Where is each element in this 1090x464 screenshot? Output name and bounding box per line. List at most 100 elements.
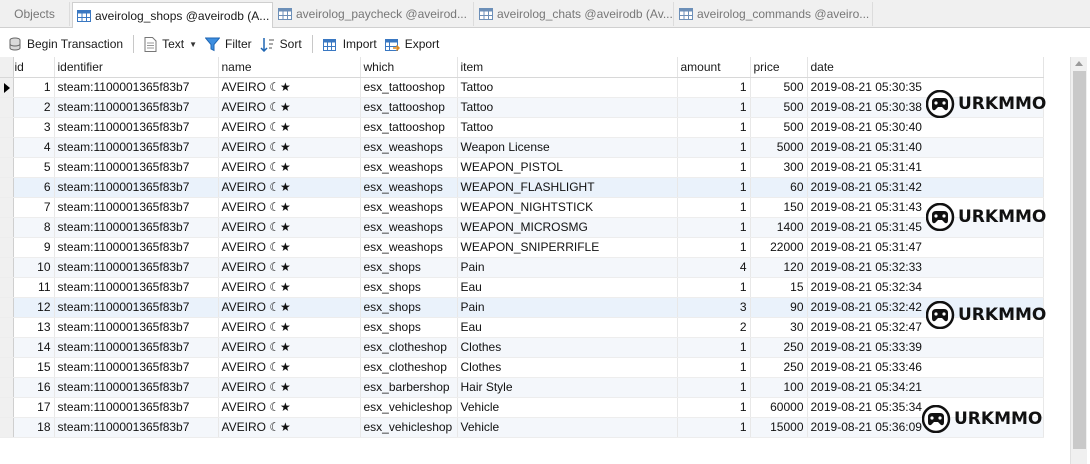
cell-which[interactable]: esx_clotheshop xyxy=(360,357,458,378)
cell-price[interactable]: 15000 xyxy=(750,417,808,438)
table-row[interactable]: 14 steam:1100001365f83b7 AVEIRO ☾★ esx_clot… xyxy=(0,337,1044,358)
cell-amount[interactable]: 4 xyxy=(677,257,751,278)
cell-id[interactable]: 4 xyxy=(13,137,55,158)
cell-item[interactable]: Eau xyxy=(457,317,678,338)
row-selector[interactable] xyxy=(0,237,14,258)
cell-price[interactable]: 5000 xyxy=(750,137,808,158)
cell-which[interactable]: esx_tattooshop xyxy=(360,77,458,98)
table-row[interactable]: 6 steam:1100001365f83b7 AVEIRO ☾★ esx_weash… xyxy=(0,177,1044,198)
cell-amount[interactable]: 1 xyxy=(677,117,751,138)
cell-amount[interactable]: 1 xyxy=(677,137,751,158)
row-selector[interactable] xyxy=(0,377,14,398)
cell-identifier[interactable]: steam:1100001365f83b7 xyxy=(54,297,219,318)
cell-amount[interactable]: 1 xyxy=(677,197,751,218)
cell-item[interactable]: Eau xyxy=(457,277,678,298)
cell-which[interactable]: esx_weashops xyxy=(360,197,458,218)
row-selector[interactable] xyxy=(0,77,14,98)
row-selector[interactable] xyxy=(0,217,14,238)
cell-item[interactable]: Clothes xyxy=(457,337,678,358)
cell-date[interactable]: 2019-08-21 05:31:40 xyxy=(807,137,1044,158)
cell-identifier[interactable]: steam:1100001365f83b7 xyxy=(54,237,219,258)
cell-identifier[interactable]: steam:1100001365f83b7 xyxy=(54,417,219,438)
begin-transaction-button[interactable]: Begin Transaction xyxy=(4,32,127,56)
table-row[interactable]: 11 steam:1100001365f83b7 AVEIRO ☾★ esx_shop… xyxy=(0,277,1044,298)
cell-item[interactable]: WEAPON_SNIPERRIFLE xyxy=(457,237,678,258)
row-selector[interactable] xyxy=(0,117,14,138)
cell-identifier[interactable]: steam:1100001365f83b7 xyxy=(54,197,219,218)
cell-price[interactable]: 250 xyxy=(750,337,808,358)
cell-id[interactable]: 5 xyxy=(13,157,55,178)
row-selector[interactable] xyxy=(0,337,14,358)
scrollbar-thumb[interactable] xyxy=(1073,71,1086,449)
cell-price[interactable]: 1400 xyxy=(750,217,808,238)
cell-amount[interactable]: 1 xyxy=(677,77,751,98)
cell-date[interactable]: 2019-08-21 05:31:47 xyxy=(807,237,1044,258)
vertical-scrollbar[interactable] xyxy=(1070,57,1087,464)
cell-id[interactable]: 10 xyxy=(13,257,55,278)
cell-item[interactable]: WEAPON_MICROSMG xyxy=(457,217,678,238)
cell-amount[interactable]: 2 xyxy=(677,317,751,338)
cell-identifier[interactable]: steam:1100001365f83b7 xyxy=(54,217,219,238)
cell-item[interactable]: WEAPON_PISTOL xyxy=(457,157,678,178)
cell-identifier[interactable]: steam:1100001365f83b7 xyxy=(54,157,219,178)
cell-amount[interactable]: 1 xyxy=(677,157,751,178)
cell-identifier[interactable]: steam:1100001365f83b7 xyxy=(54,357,219,378)
row-selector[interactable] xyxy=(0,357,14,378)
cell-name[interactable]: AVEIRO ☾★ xyxy=(218,197,361,218)
cell-identifier[interactable]: steam:1100001365f83b7 xyxy=(54,377,219,398)
cell-amount[interactable]: 1 xyxy=(677,417,751,438)
row-selector[interactable] xyxy=(0,197,14,218)
row-selector[interactable] xyxy=(0,397,14,418)
row-selector[interactable] xyxy=(0,177,14,198)
cell-id[interactable]: 9 xyxy=(13,237,55,258)
cell-price[interactable]: 500 xyxy=(750,117,808,138)
cell-item[interactable]: Clothes xyxy=(457,357,678,378)
cell-name[interactable]: AVEIRO ☾★ xyxy=(218,77,361,98)
cell-id[interactable]: 8 xyxy=(13,217,55,238)
cell-name[interactable]: AVEIRO ☾★ xyxy=(218,137,361,158)
export-button[interactable]: Export xyxy=(381,32,444,56)
cell-which[interactable]: esx_tattooshop xyxy=(360,97,458,118)
sort-button[interactable]: Sort xyxy=(256,32,306,56)
cell-price[interactable]: 150 xyxy=(750,197,808,218)
row-selector[interactable] xyxy=(0,137,14,158)
tab-aveirolog-shops[interactable]: aveirolog_shops @aveirodb (A... xyxy=(72,2,273,28)
cell-name[interactable]: AVEIRO ☾★ xyxy=(218,257,361,278)
cell-price[interactable]: 500 xyxy=(750,97,808,118)
cell-which[interactable]: esx_weashops xyxy=(360,177,458,198)
cell-price[interactable]: 500 xyxy=(750,77,808,98)
cell-which[interactable]: esx_weashops xyxy=(360,157,458,178)
cell-id[interactable]: 17 xyxy=(13,397,55,418)
cell-item[interactable]: Tattoo xyxy=(457,117,678,138)
column-header-which[interactable]: which xyxy=(360,57,458,78)
cell-item[interactable]: Tattoo xyxy=(457,97,678,118)
column-header-id[interactable]: id xyxy=(13,57,55,78)
cell-price[interactable]: 250 xyxy=(750,357,808,378)
table-row[interactable]: 5 steam:1100001365f83b7 AVEIRO ☾★ esx_weash… xyxy=(0,157,1044,178)
row-selector[interactable] xyxy=(0,97,14,118)
cell-which[interactable]: esx_shops xyxy=(360,317,458,338)
cell-identifier[interactable]: steam:1100001365f83b7 xyxy=(54,97,219,118)
cell-which[interactable]: esx_barbershop xyxy=(360,377,458,398)
column-header-item[interactable]: item xyxy=(457,57,678,78)
table-row[interactable]: 13 steam:1100001365f83b7 AVEIRO ☾★ esx_shop… xyxy=(0,317,1044,338)
cell-price[interactable]: 90 xyxy=(750,297,808,318)
tab-aveirolog-commands[interactable]: aveirolog_commands @aveiro... xyxy=(675,2,873,26)
cell-name[interactable]: AVEIRO ☾★ xyxy=(218,337,361,358)
scroll-up-icon[interactable] xyxy=(1075,61,1083,66)
cell-identifier[interactable]: steam:1100001365f83b7 xyxy=(54,257,219,278)
cell-price[interactable]: 60 xyxy=(750,177,808,198)
cell-name[interactable]: AVEIRO ☾★ xyxy=(218,217,361,238)
table-row[interactable]: 1 steam:1100001365f83b7 AVEIRO ☾★ esx_tatto… xyxy=(0,77,1044,98)
cell-id[interactable]: 7 xyxy=(13,197,55,218)
cell-date[interactable]: 2019-08-21 05:33:39 xyxy=(807,337,1044,358)
cell-amount[interactable]: 1 xyxy=(677,277,751,298)
row-selector[interactable] xyxy=(0,257,14,278)
cell-amount[interactable]: 1 xyxy=(677,177,751,198)
cell-amount[interactable]: 1 xyxy=(677,377,751,398)
cell-identifier[interactable]: steam:1100001365f83b7 xyxy=(54,277,219,298)
tab-objects[interactable]: Objects xyxy=(0,2,70,26)
column-header-name[interactable]: name xyxy=(218,57,361,78)
cell-item[interactable]: Tattoo xyxy=(457,77,678,98)
cell-which[interactable]: esx_shops xyxy=(360,297,458,318)
